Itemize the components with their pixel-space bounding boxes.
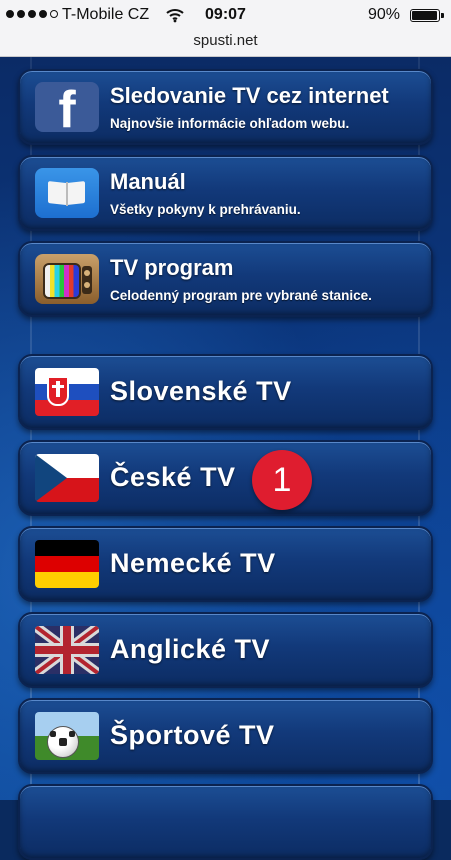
menu-item-slovak-tv[interactable]: Slovenské TV: [18, 354, 433, 430]
menu-item-tv-program[interactable]: TV program Celodenný program pre vybrané…: [18, 241, 433, 317]
czech-flag-icon: [35, 454, 99, 502]
menu-page: f Sledovanie TV cez internet Najnovšie i…: [0, 57, 451, 860]
menu-item-title: České TV: [110, 462, 236, 492]
uk-flag-icon: [35, 626, 99, 674]
facebook-icon: f: [35, 82, 99, 132]
menu-item-subtitle: Najnovšie informácie ohľadom webu.: [110, 116, 350, 131]
menu-item-title: TV program: [110, 255, 234, 280]
battery-percent: 90%: [368, 6, 401, 23]
menu-item-german-tv[interactable]: Nemecké TV: [18, 526, 433, 602]
address-bar[interactable]: spusti.net: [0, 32, 451, 49]
menu-item-news[interactable]: f Sledovanie TV cez internet Najnovšie i…: [18, 69, 433, 145]
soccer-ball-icon: [35, 712, 99, 760]
menu-item-title: Nemecké TV: [110, 548, 276, 578]
menu-item-sport-tv[interactable]: Športové TV: [18, 698, 433, 774]
battery-icon: [410, 9, 444, 22]
tv-icon: [35, 254, 99, 304]
menu-item-title: Anglické TV: [110, 634, 271, 664]
menu-item-title: Športové TV: [110, 720, 275, 750]
slovak-flag-icon: [35, 368, 99, 416]
menu-item-title: Sledovanie TV cez internet: [110, 83, 389, 108]
german-flag-icon: [35, 540, 99, 588]
menu-item-subtitle: Všetky pokyny k prehrávaniu.: [110, 202, 301, 217]
menu-item-english-tv[interactable]: Anglické TV: [18, 612, 433, 688]
menu-item-title: Slovenské TV: [110, 376, 292, 406]
menu-item-czech-tv[interactable]: České TV: [18, 440, 433, 516]
menu-item-title: Manuál: [110, 169, 186, 194]
notification-badge: 1: [252, 450, 312, 510]
book-icon: [35, 168, 99, 218]
status-bar: T-Mobile CZ 09:07 90% spusti.net: [0, 0, 451, 57]
menu-item-subtitle: Celodenný program pre vybrané stanice.: [110, 288, 372, 303]
menu-item-manual[interactable]: Manuál Všetky pokyny k prehrávaniu.: [18, 155, 433, 231]
menu-item-next[interactable]: [18, 784, 433, 860]
